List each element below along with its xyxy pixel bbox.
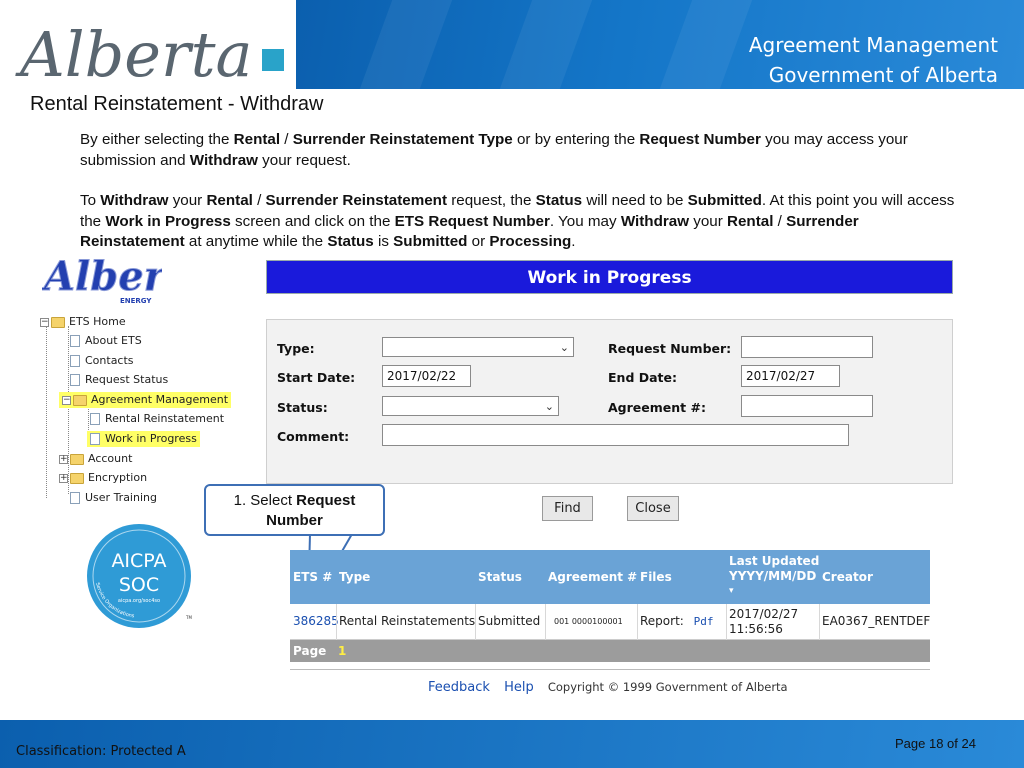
- folder-icon: [70, 453, 84, 465]
- comment-label: Comment:: [277, 429, 350, 444]
- tree-item-account[interactable]: + Account: [59, 451, 132, 467]
- start-date-label: Start Date:: [277, 370, 356, 385]
- ets-request-number-link[interactable]: 386285: [293, 614, 339, 629]
- row-agreement: 001 0000100001: [554, 617, 623, 626]
- badge-sub: aicpa.org/soc4so: [118, 598, 160, 604]
- table-row: 386285 Rental Reinstatements Submitted 0…: [290, 604, 930, 640]
- copyright-text: Copyright © 1999 Government of Alberta: [547, 680, 788, 694]
- page-icon: [70, 335, 80, 347]
- badge-line1: AICPA: [111, 550, 166, 572]
- divider: [290, 669, 930, 670]
- row-last-updated: 2017/02/27 11:56:56: [729, 607, 799, 636]
- feedback-link[interactable]: Feedback: [428, 680, 490, 695]
- page-number-link[interactable]: 1: [338, 640, 346, 662]
- tree-item-rental-reinstatement[interactable]: Rental Reinstatement: [90, 411, 224, 427]
- row-creator: EA0367_RENTDEF: [822, 614, 931, 628]
- tree-item-contacts[interactable]: Contacts: [70, 353, 134, 369]
- page-icon: [70, 492, 80, 504]
- pdf-link[interactable]: Pdf: [694, 615, 714, 628]
- search-form: Type: ⌄ Request Number: Start Date: 2017…: [266, 319, 953, 484]
- header-title: Agreement Management Government of Alber…: [749, 30, 998, 90]
- find-button[interactable]: Find: [542, 496, 593, 521]
- end-date-label: End Date:: [608, 370, 678, 385]
- alberta-logo: Alberta: [0, 0, 296, 91]
- slide-title: Rental Reinstatement - Withdraw: [30, 93, 324, 115]
- alberta-logo-text: Alberta: [15, 18, 253, 89]
- tree-item-request-status[interactable]: Request Status: [70, 372, 168, 388]
- col-files[interactable]: Files: [640, 570, 672, 585]
- chevron-down-icon: ⌄: [559, 342, 569, 354]
- page-icon: [70, 374, 80, 386]
- row-status: Submitted: [478, 614, 541, 628]
- tree-item-encryption[interactable]: + Encryption: [59, 470, 147, 486]
- status-label: Status:: [277, 400, 328, 415]
- folder-icon: [73, 394, 87, 406]
- folder-icon: [70, 472, 84, 484]
- alberta-energy-logo: Alberta ENERGY: [42, 254, 162, 305]
- start-date-input[interactable]: 2017/02/22: [382, 365, 471, 387]
- agreement-label: Agreement #:: [608, 400, 706, 415]
- wip-header: Work in Progress: [266, 260, 953, 294]
- comment-input[interactable]: [382, 424, 849, 446]
- sort-down-icon[interactable]: ▾: [729, 584, 819, 599]
- close-button[interactable]: Close: [627, 496, 679, 521]
- collapse-icon[interactable]: −: [62, 395, 71, 405]
- logo-square: [262, 49, 284, 71]
- tree-item-user-training[interactable]: User Training: [70, 490, 157, 506]
- intro-paragraph: By either selecting the Rental / Surrend…: [80, 131, 908, 169]
- end-date-input[interactable]: 2017/02/27: [741, 365, 840, 387]
- chevron-down-icon: ⌄: [544, 401, 554, 413]
- tree-item-ets-home[interactable]: − ETS Home: [40, 314, 126, 330]
- energy-logo-sub: ENERGY: [120, 297, 152, 305]
- col-status[interactable]: Status: [478, 570, 522, 585]
- help-link[interactable]: Help: [504, 680, 534, 695]
- collapse-icon[interactable]: −: [40, 317, 49, 327]
- tree-item-about-ets[interactable]: About ETS: [70, 333, 142, 349]
- callout-select-request-number: 1. Select Request Number: [204, 484, 385, 536]
- status-select[interactable]: ⌄: [382, 396, 559, 416]
- page-indicator: Page 18 of 24: [895, 736, 976, 751]
- energy-logo-text: Alberta: [42, 254, 162, 300]
- type-label: Type:: [277, 341, 315, 356]
- folder-icon: [51, 316, 65, 328]
- page-icon: [90, 413, 100, 425]
- withdraw-paragraph: To Withdraw your Rental / Surrender Rein…: [80, 192, 955, 250]
- tree-item-work-in-progress[interactable]: Work in Progress: [87, 431, 200, 447]
- col-type[interactable]: Type: [339, 570, 370, 585]
- col-ets[interactable]: ETS #: [293, 570, 332, 585]
- tree-item-agreement-management[interactable]: − Agreement Management: [59, 392, 232, 408]
- request-number-label: Request Number:: [608, 341, 732, 356]
- agreement-input[interactable]: [741, 395, 873, 417]
- pagination-bar: Page 1: [290, 640, 930, 662]
- aicpa-soc-badge: AICPA SOC aicpa.org/soc4so Service Organ…: [87, 524, 192, 628]
- header-title-line1: Agreement Management: [748, 33, 998, 57]
- page-label: Page: [293, 644, 327, 658]
- col-agreement[interactable]: Agreement #: [548, 570, 637, 585]
- badge-line2: SOC: [119, 574, 159, 596]
- page-icon: [90, 433, 100, 445]
- wip-title: Work in Progress: [527, 268, 692, 288]
- alberta-logo-graphic: Alberta: [15, 18, 284, 91]
- row-type: Rental Reinstatements: [339, 614, 476, 628]
- col-last-updated[interactable]: Last Updated YYYY/MM/DD ▾: [729, 554, 819, 599]
- table-header: ETS # Type Status Agreement # Files Last…: [290, 550, 930, 604]
- expand-icon[interactable]: +: [59, 454, 68, 464]
- request-number-input[interactable]: [741, 336, 873, 358]
- expand-icon[interactable]: +: [59, 473, 68, 483]
- row-files: Report: Pdf: [640, 614, 714, 628]
- classification-label: Classification: Protected A: [16, 744, 186, 759]
- badge-tm: TM: [185, 615, 192, 620]
- header-title-line2: Government of Alberta: [768, 63, 998, 87]
- page-icon: [70, 355, 80, 367]
- type-select[interactable]: ⌄: [382, 337, 574, 357]
- col-creator[interactable]: Creator: [822, 570, 873, 585]
- footer-links: Feedback Help Copyright © 1999 Governmen…: [428, 680, 788, 695]
